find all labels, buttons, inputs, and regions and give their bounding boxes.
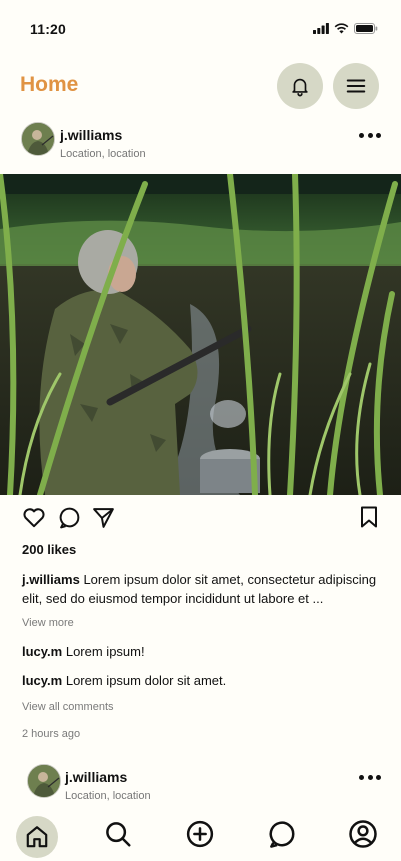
nav-profile-button[interactable] xyxy=(343,814,383,854)
comment-username[interactable]: lucy.m xyxy=(22,644,62,659)
comment-item: lucy.m Lorem ipsum dolor sit amet. xyxy=(22,673,226,688)
comment-icon xyxy=(59,507,79,528)
post-timestamp: 2 hours ago xyxy=(22,728,81,740)
home-icon xyxy=(26,826,48,848)
save-button[interactable] xyxy=(355,503,383,531)
battery-icon xyxy=(354,22,378,34)
comment-text: Lorem ipsum! xyxy=(65,644,145,659)
search-icon xyxy=(106,822,131,847)
cellular-signal-icon xyxy=(313,22,329,34)
avatar[interactable] xyxy=(21,122,55,156)
send-icon xyxy=(92,507,114,528)
hamburger-menu-icon xyxy=(346,79,366,93)
dot xyxy=(376,132,381,138)
bookmark-icon xyxy=(361,506,377,528)
nav-create-button[interactable] xyxy=(180,814,220,854)
status-icons xyxy=(313,22,378,34)
post-location[interactable]: Location, location xyxy=(65,790,151,802)
messages-icon xyxy=(269,821,295,848)
likes-count[interactable]: 200 likes xyxy=(22,542,76,557)
comment-text: Lorem ipsum dolor sit amet. xyxy=(65,673,227,688)
post-more-button[interactable] xyxy=(359,130,381,140)
page-title: Home xyxy=(20,73,79,96)
avatar-image xyxy=(28,765,60,797)
avatar-image xyxy=(22,123,54,155)
view-all-comments-link[interactable]: View all comments xyxy=(22,701,114,713)
post-photo-fisherman xyxy=(0,174,401,495)
dot xyxy=(367,774,373,780)
bell-icon xyxy=(292,78,308,97)
add-circle-icon xyxy=(186,820,214,848)
post-header: j.williams Location, location xyxy=(0,122,401,172)
view-more-link[interactable]: View more xyxy=(22,617,74,629)
notifications-button[interactable] xyxy=(277,63,323,109)
avatar[interactable] xyxy=(27,764,61,798)
nav-home-button[interactable] xyxy=(16,816,58,858)
wifi-icon xyxy=(334,22,349,33)
bottom-navigation xyxy=(0,807,401,861)
dot xyxy=(359,774,364,780)
post-username[interactable]: j.williams xyxy=(60,127,122,143)
heart-icon xyxy=(23,508,45,528)
dot xyxy=(359,132,364,138)
dot xyxy=(367,132,373,138)
post-caption: j.williams Lorem ipsum dolor sit amet, c… xyxy=(22,570,388,608)
caption-username[interactable]: j.williams xyxy=(22,572,80,587)
status-time: 11:20 xyxy=(30,21,67,37)
nav-search-button[interactable] xyxy=(98,814,138,854)
post-actions xyxy=(0,503,401,533)
post-location[interactable]: Location, location xyxy=(60,148,146,160)
profile-icon xyxy=(349,820,377,848)
app-header: Home xyxy=(0,56,401,116)
post-image[interactable] xyxy=(0,174,401,495)
post-username[interactable]: j.williams xyxy=(65,769,127,785)
comment-button[interactable] xyxy=(55,503,83,531)
nav-messages-button[interactable] xyxy=(262,814,302,854)
menu-button[interactable] xyxy=(333,63,379,109)
share-button[interactable] xyxy=(89,503,117,531)
dot xyxy=(376,774,381,780)
like-button[interactable] xyxy=(20,503,48,531)
status-bar: 11:20 xyxy=(0,0,401,56)
post-more-button[interactable] xyxy=(359,772,381,782)
comment-username[interactable]: lucy.m xyxy=(22,673,62,688)
comment-item: lucy.m Lorem ipsum! xyxy=(22,644,145,659)
